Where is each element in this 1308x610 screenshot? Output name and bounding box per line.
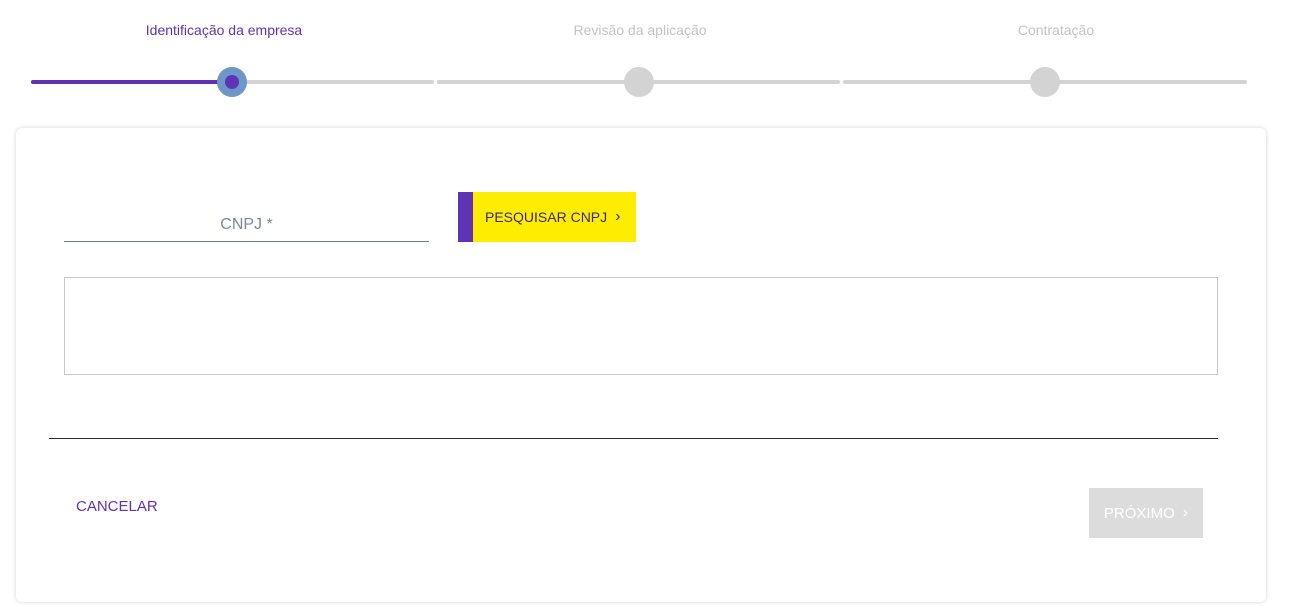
cancel-button[interactable]: CANCELAR xyxy=(76,498,158,515)
step-dot-2 xyxy=(624,67,654,97)
chevron-right-icon: › xyxy=(615,208,621,225)
step-dot-active xyxy=(217,67,247,97)
search-cnpj-button-label: PESQUISAR CNPJ xyxy=(485,209,608,225)
progress-stepper: Identificação da empresa Revisão da apli… xyxy=(0,0,1308,110)
button-accent-bar xyxy=(458,192,473,242)
cnpj-field[interactable]: CNPJ * xyxy=(64,212,429,242)
cnpj-input[interactable] xyxy=(64,212,429,241)
search-cnpj-button[interactable]: PESQUISAR CNPJ › xyxy=(458,192,636,242)
step-dot-3 xyxy=(1030,67,1060,97)
form-card: CNPJ * PESQUISAR CNPJ › CANCELAR PRÓXIMO… xyxy=(16,128,1266,602)
company-result-box xyxy=(64,277,1218,375)
chevron-right-icon: › xyxy=(1182,504,1189,521)
divider xyxy=(49,438,1218,439)
step-label-identificacao: Identificação da empresa xyxy=(145,22,303,38)
step-label-revisao: Revisão da aplicação xyxy=(573,22,707,38)
next-button-label: PRÓXIMO xyxy=(1103,504,1175,522)
step-label-contratacao: Contratação xyxy=(1017,22,1095,38)
step-track-1-progress xyxy=(31,80,231,84)
next-button[interactable]: PRÓXIMO › xyxy=(1089,488,1203,538)
